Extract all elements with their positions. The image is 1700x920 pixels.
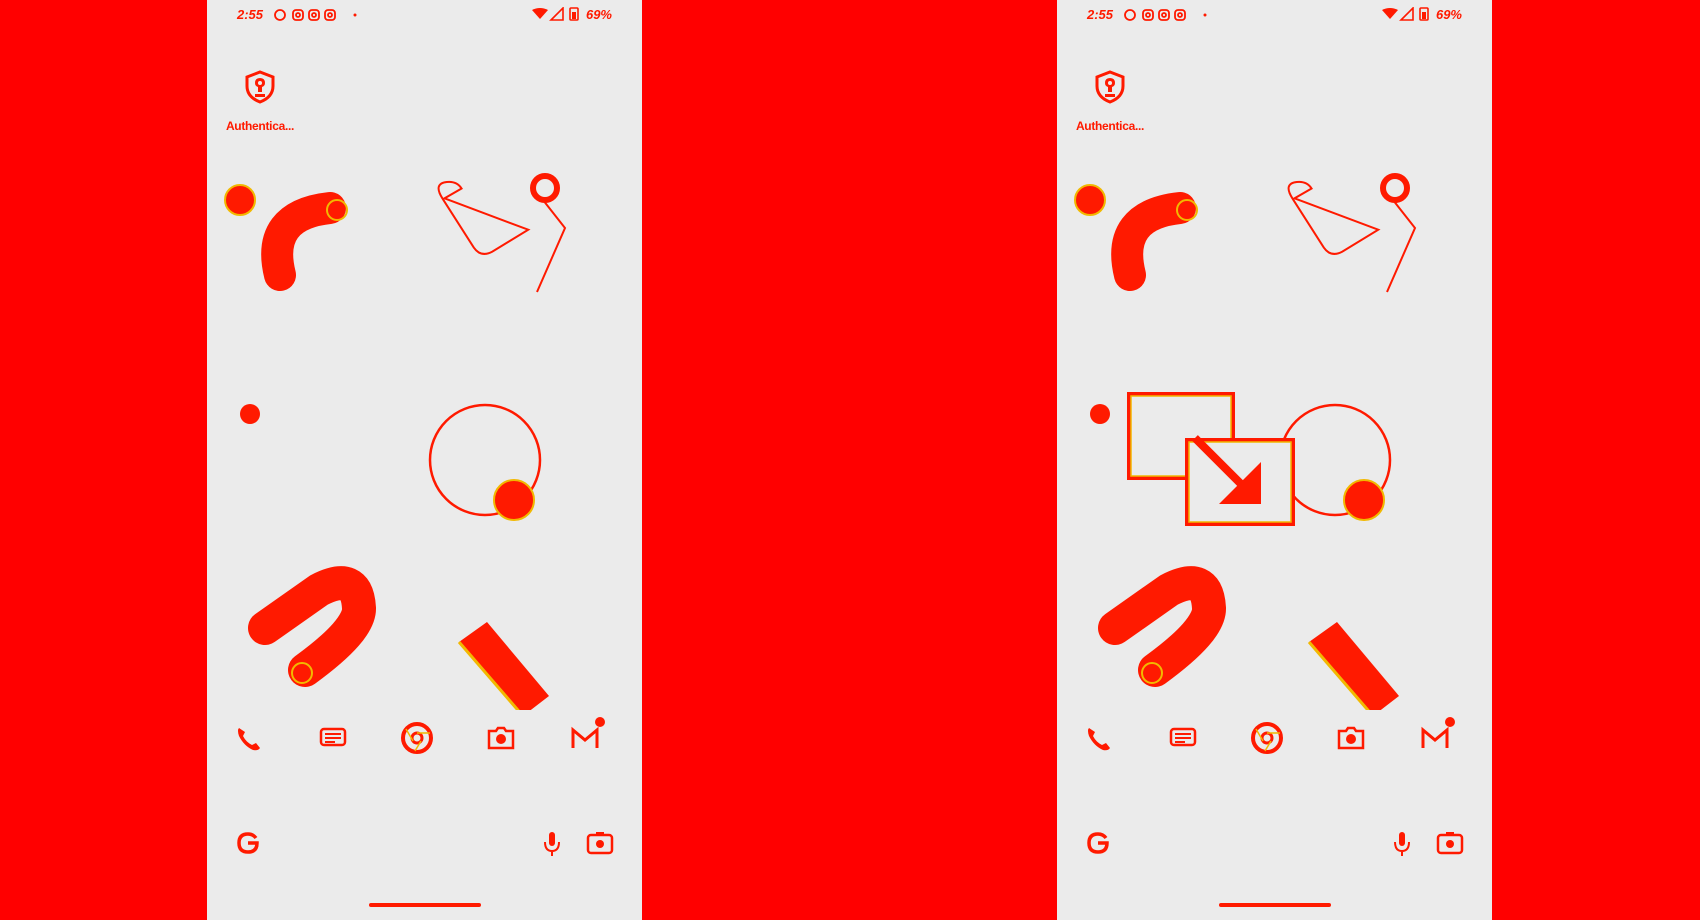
home-indicator[interactable]	[1218, 903, 1331, 907]
google-g-icon	[237, 832, 259, 854]
phone-icon	[238, 728, 260, 751]
gmail-app[interactable]	[563, 716, 607, 760]
shield-lock-icon	[245, 70, 275, 104]
google-g-icon	[1087, 832, 1109, 854]
google-search-bar[interactable]	[231, 822, 618, 866]
camera-icon	[1337, 726, 1365, 750]
camera-icon	[487, 726, 515, 750]
shield-lock-icon	[1095, 70, 1125, 104]
picture-in-picture-icon[interactable]	[1127, 392, 1297, 530]
chrome-app[interactable]	[1245, 716, 1289, 760]
status-bar: 2:55 69%	[237, 6, 612, 24]
phone-screen-2: 2:55 69% Authentica...	[1057, 0, 1492, 920]
status-time: 2:55	[1087, 7, 1114, 22]
authenticator-app[interactable]: Authentica...	[1065, 70, 1155, 133]
mic-icon[interactable]	[1384, 822, 1420, 866]
phone-app[interactable]	[227, 716, 271, 760]
gmail-app[interactable]	[1413, 716, 1457, 760]
status-time: 2:55	[237, 7, 264, 22]
camera-app[interactable]	[1329, 716, 1373, 760]
phone-icon	[1088, 728, 1110, 751]
messages-icon	[319, 727, 347, 747]
wallpaper-art	[224, 173, 567, 710]
notification-icons	[1123, 8, 1223, 25]
camera-app[interactable]	[479, 716, 523, 760]
gmail-icon	[1421, 717, 1455, 748]
messages-icon	[1169, 727, 1197, 747]
battery-percent: 69%	[585, 7, 612, 22]
status-bar: 2:55 69%	[1087, 6, 1462, 24]
authenticator-app[interactable]: Authentica...	[215, 70, 305, 133]
messages-app[interactable]	[311, 716, 355, 760]
notification-icons	[273, 8, 373, 25]
app-dock	[227, 716, 622, 760]
app-label: Authentica...	[1075, 119, 1145, 133]
lens-icon[interactable]	[582, 822, 618, 866]
app-label: Authentica...	[225, 119, 295, 133]
phone-app[interactable]	[1077, 716, 1121, 760]
mic-icon[interactable]	[534, 822, 570, 866]
gmail-icon	[571, 717, 605, 748]
chrome-icon	[1251, 722, 1283, 754]
home-indicator[interactable]	[368, 903, 481, 907]
status-right: 69%	[531, 6, 612, 22]
chrome-icon	[401, 722, 433, 754]
chrome-app[interactable]	[395, 716, 439, 760]
app-dock	[1077, 716, 1472, 760]
battery-percent: 69%	[1435, 7, 1462, 22]
messages-app[interactable]	[1161, 716, 1205, 760]
google-search-bar[interactable]	[1081, 822, 1468, 866]
lens-icon[interactable]	[1432, 822, 1468, 866]
phone-screen-1: 2:55 69% Authentica...	[207, 0, 642, 920]
status-right: 69%	[1381, 6, 1462, 22]
